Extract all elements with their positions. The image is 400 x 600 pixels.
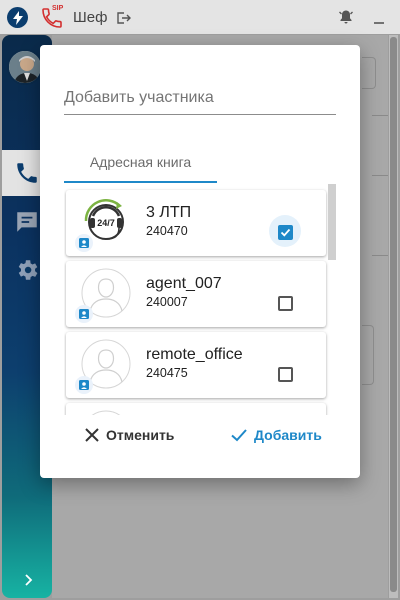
contact-card[interactable]: 24/7 3 ЛТП 240470 [66,190,326,256]
list-scrollbar-thumb[interactable] [328,184,336,260]
contact-name: 3 ЛТП [146,204,192,221]
title-bar: SIP Шеф [0,0,400,34]
logout-icon[interactable] [115,10,131,26]
content-field [362,57,376,89]
contact-book-icon [75,234,93,252]
bell-icon[interactable] [338,9,354,25]
content-field [362,325,374,385]
contact-name: remote_office [146,346,243,363]
contact-checkbox[interactable] [278,296,293,311]
cancel-button[interactable]: Отменить [84,423,174,447]
contact-card[interactable]: remote_office 240475 [66,332,326,398]
contact-book-icon [75,305,93,323]
contact-card[interactable]: agent_007 240007 [66,261,326,327]
user-placeholder-icon [81,410,131,415]
cancel-label: Отменить [106,427,175,443]
tab-address-book[interactable]: Адресная книга [64,143,217,183]
contact-number: 240470 [146,224,188,238]
contact-checkbox[interactable] [278,367,293,382]
add-button[interactable]: Добавить [230,423,322,447]
divider [372,255,388,256]
close-icon [85,428,99,442]
contact-card[interactable] [66,403,326,415]
svg-text:24/7: 24/7 [97,218,115,228]
gear-icon[interactable] [14,257,40,283]
add-participant-field [64,83,336,115]
phone-icon [17,163,37,183]
chat-icon[interactable] [14,209,40,235]
add-label: Добавить [254,427,322,443]
bolt-icon[interactable] [7,7,28,28]
check-icon [280,228,291,237]
contact-checkbox[interactable] [278,225,293,240]
contact-number: 240475 [146,366,188,380]
scrollbar-thumb[interactable] [390,37,397,592]
minimize-icon[interactable] [372,10,386,26]
divider [372,115,388,116]
check-icon [231,429,247,442]
avatar[interactable] [7,49,43,85]
contact-book-icon [75,376,93,394]
sip-label: SIP [52,5,64,12]
contact-number: 240007 [146,295,188,309]
add-participant-dialog: Адресная книга 24/7 3 ЛТП 240470 [40,45,360,478]
scrollbar[interactable] [389,35,398,598]
add-participant-input[interactable] [64,83,336,113]
chevron-right-icon[interactable] [22,573,36,587]
contact-name: agent_007 [146,275,222,292]
contact-list: 24/7 3 ЛТП 240470 agent_007 240007 remot… [64,183,340,415]
divider [372,175,388,176]
app-title: Шеф [73,9,108,26]
